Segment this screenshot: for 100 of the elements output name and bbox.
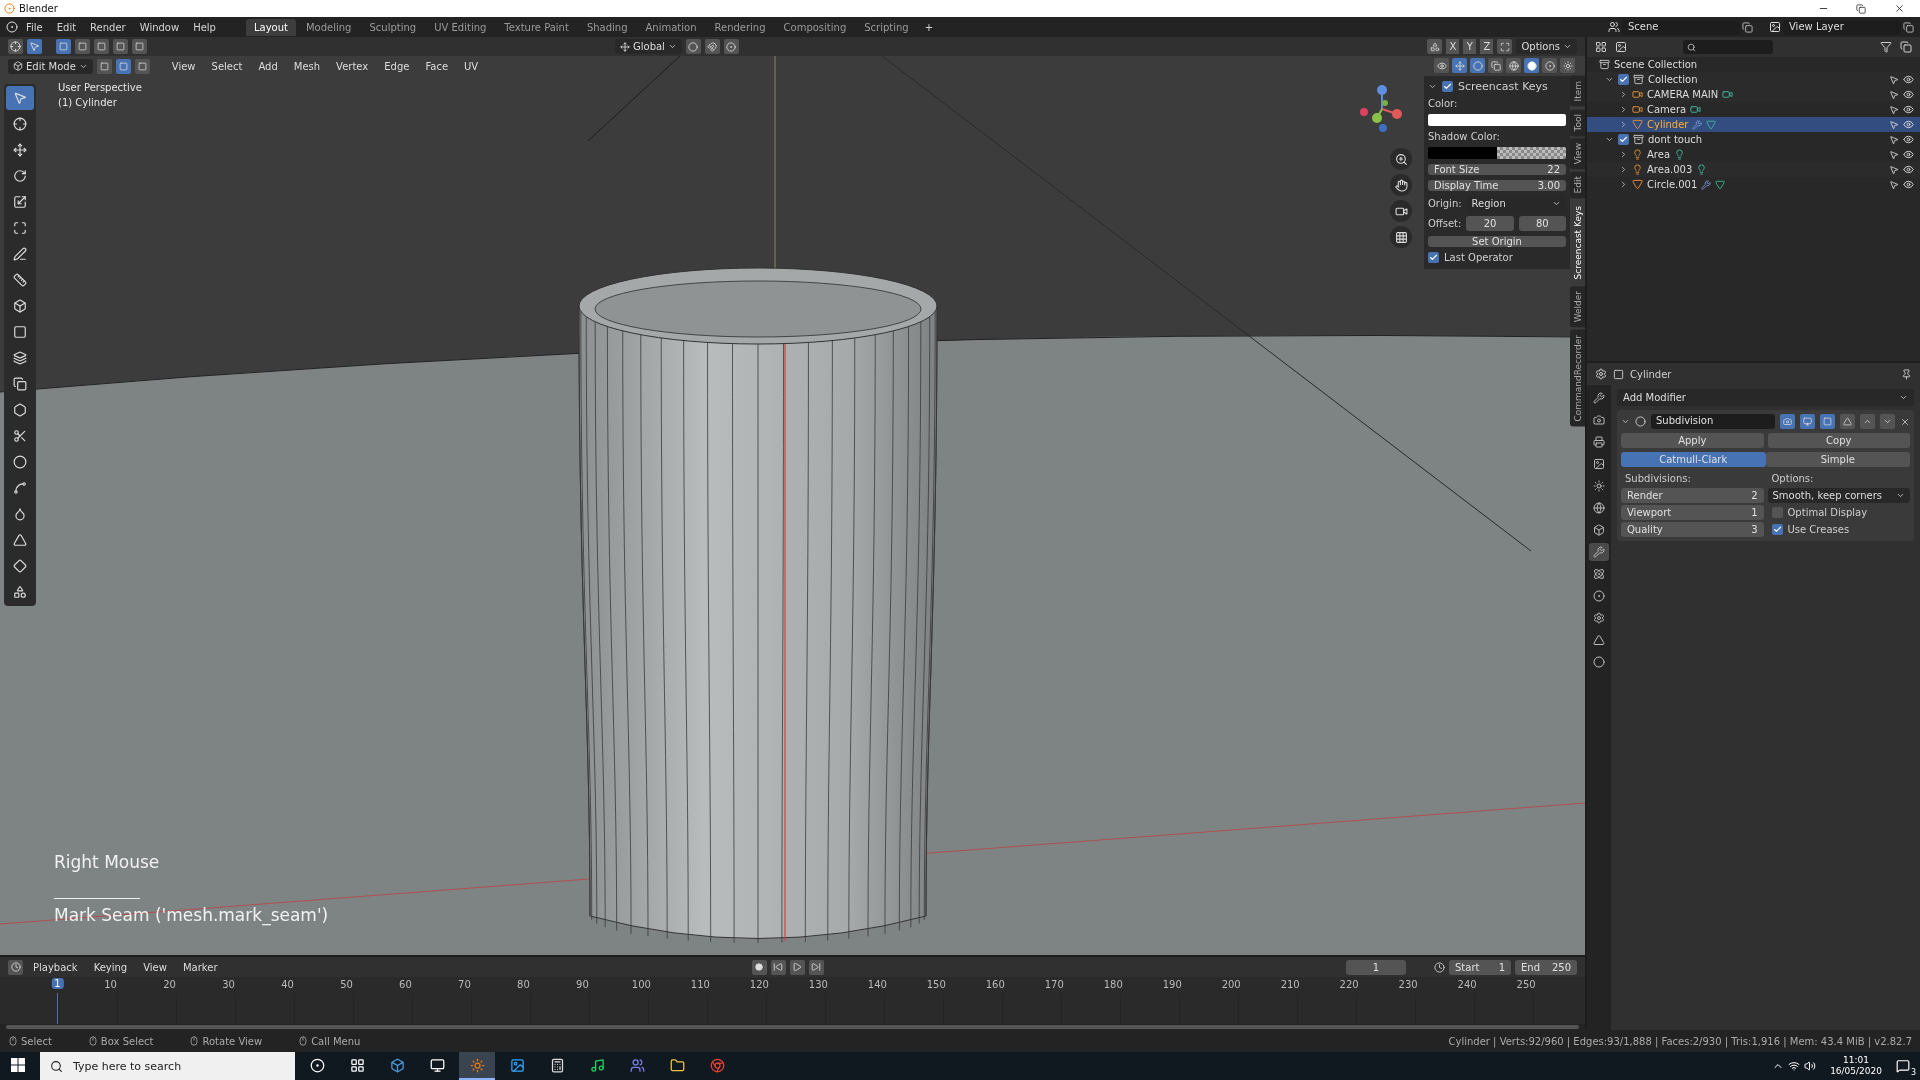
current-frame-field[interactable]: 1 <box>1346 959 1406 975</box>
offset-y-field[interactable]: 80 <box>1518 216 1566 231</box>
view-name: User Perspective <box>58 82 142 93</box>
panel-title: Screencast Keys <box>1458 80 1548 93</box>
view-layer-field[interactable]: View Layer <box>1783 19 1901 35</box>
object-name: Cylinder <box>1630 368 1672 380</box>
header-menu[interactable]: Keying <box>87 960 134 974</box>
workspace-tab[interactable]: Modeling <box>297 18 360 36</box>
sidebar-tab[interactable]: Welder <box>1570 286 1585 328</box>
end-frame-field[interactable]: End 250 <box>1515 959 1577 975</box>
number-field[interactable]: Font Size 22 <box>1428 164 1566 175</box>
frame-number: 120 <box>749 979 769 990</box>
workspace-tab[interactable]: Shading <box>578 18 636 36</box>
header-menu[interactable]: Vertex <box>330 59 375 73</box>
scene-field[interactable]: Scene <box>1622 19 1740 35</box>
object-name: Collection <box>1648 74 1698 85</box>
start-frame-field[interactable]: Start 1 <box>1449 959 1511 975</box>
scene-statistics: Cylinder | Verts:92/960 | Edges:93/1,888 | Faces:2/930 | Tris:1,916 | Mem: 43.4 MiB | v2.82.7 <box>1448 1035 1912 1047</box>
axis-toggle[interactable]: X <box>1446 39 1460 54</box>
axis-toggle[interactable]: Y <box>1463 39 1477 54</box>
section-label: Options: <box>1770 472 1815 486</box>
copy-button[interactable]: Copy <box>1767 433 1910 448</box>
number-field[interactable]: Display Time 3.00 <box>1428 180 1566 191</box>
checkbox-label: Use Creases <box>1787 524 1850 535</box>
status-hint: Rotate View <box>189 1035 263 1047</box>
workspace-tab[interactable]: Sculpting <box>361 18 425 36</box>
outliner-row[interactable]: Cylinder <box>1587 117 1920 132</box>
workspace-tab[interactable]: Texture Paint <box>496 18 577 36</box>
header-menu[interactable]: Edge <box>378 59 416 73</box>
frame-number: 60 <box>399 979 412 990</box>
object-name: Camera <box>1647 104 1687 115</box>
frame-number: 110 <box>690 979 710 990</box>
header-menu[interactable]: UV <box>458 59 485 73</box>
header-menu[interactable]: Face <box>419 59 455 73</box>
frame-number: 140 <box>867 979 887 990</box>
frame-number: 90 <box>576 979 589 990</box>
sidebar-tab[interactable]: Tool <box>1570 108 1585 136</box>
object-name: Area <box>1647 149 1670 160</box>
taskbar-clock[interactable]: 11:01 16/05/2020 <box>1830 1055 1882 1077</box>
orientation-dropdown[interactable]: Global <box>615 39 682 54</box>
menu-item[interactable]: Window <box>133 19 186 35</box>
workspace-tab[interactable]: Scripting <box>856 18 917 36</box>
pressed-key-text: Right Mouse <box>54 852 161 872</box>
sidebar-tab[interactable]: Edit <box>1570 171 1585 199</box>
options-dropdown[interactable]: Options <box>1516 39 1577 54</box>
workspace-tab[interactable]: Animation <box>637 18 705 36</box>
algorithm-tab[interactable]: Simple <box>1765 452 1910 467</box>
field-label: Origin: <box>1428 198 1462 209</box>
field-label: Color: <box>1428 98 1459 109</box>
header-menu[interactable]: Playback <box>27 960 84 974</box>
object-name: CAMERA MAIN <box>1647 89 1719 100</box>
frame-number: 100 <box>631 979 651 990</box>
header-menu[interactable]: View <box>165 59 202 73</box>
frame-number: 50 <box>340 979 353 990</box>
taskbar-search-bar[interactable]: Type here to search <box>40 1052 295 1080</box>
uv-smooth-dropdown[interactable]: Smooth, keep corners <box>1767 488 1910 503</box>
field-label: Offset: <box>1428 218 1462 229</box>
frame-number: 230 <box>1398 979 1418 990</box>
modifier-name-field[interactable]: Subdivision <box>1651 414 1775 429</box>
object-name: Cylinder <box>1647 119 1689 130</box>
status-hint: Box Select <box>87 1035 154 1047</box>
add-modifier-dropdown[interactable]: Add Modifier <box>1617 389 1914 406</box>
sidebar-tab[interactable]: Item <box>1570 76 1585 107</box>
axis-toggle[interactable]: Z <box>1480 39 1494 54</box>
header-menu[interactable]: Add <box>252 59 284 73</box>
set-origin-button[interactable]: Set Origin <box>1428 236 1566 247</box>
taskbar-search-field[interactable]: Type here to search <box>71 1058 271 1074</box>
frame-number: 10 <box>104 979 117 990</box>
number-field[interactable]: Quality 3 <box>1621 522 1764 537</box>
sidebar-tab[interactable]: View <box>1570 138 1585 170</box>
frame-number: 250 <box>1516 979 1536 990</box>
workspace-tab[interactable]: UV Editing <box>426 18 495 36</box>
number-field[interactable]: Render 2 <box>1621 488 1764 503</box>
frame-number: 130 <box>808 979 828 990</box>
menu-item[interactable]: Render <box>84 19 132 35</box>
header-menu[interactable]: View <box>137 960 173 974</box>
frame-number: 70 <box>458 979 471 990</box>
frame-number: 170 <box>1044 979 1064 990</box>
frame-number: 210 <box>1280 979 1300 990</box>
offset-x-field[interactable]: 20 <box>1466 216 1514 231</box>
number-field[interactable]: Viewport 1 <box>1621 505 1764 520</box>
field-label: Shadow Color: <box>1428 131 1501 142</box>
header-menu[interactable]: Marker <box>176 960 224 974</box>
workspace-tab[interactable]: Layout <box>245 18 296 36</box>
workspace-tab[interactable]: Rendering <box>706 18 774 36</box>
workspace-tab[interactable]: Compositing <box>775 18 855 36</box>
algorithm-tab[interactable]: Catmull-Clark <box>1621 452 1766 467</box>
header-menu[interactable]: Mesh <box>287 59 327 73</box>
menu-item[interactable]: File <box>20 19 49 35</box>
sidebar-tab[interactable]: CommandRecorder <box>1570 329 1585 427</box>
menu-item[interactable]: Help <box>187 19 222 35</box>
header-menu[interactable]: Select <box>205 59 249 73</box>
frame-number: 240 <box>1457 979 1477 990</box>
apply-button[interactable]: Apply <box>1621 433 1764 448</box>
frame-number: 30 <box>222 979 235 990</box>
menu-item[interactable]: Edit <box>50 19 83 35</box>
window-title: Blender <box>19 3 59 14</box>
status-hint: Call Menu <box>298 1035 361 1047</box>
current-frame-marker[interactable]: 1 <box>51 978 64 989</box>
add-workspace-button[interactable]: + <box>918 19 940 35</box>
